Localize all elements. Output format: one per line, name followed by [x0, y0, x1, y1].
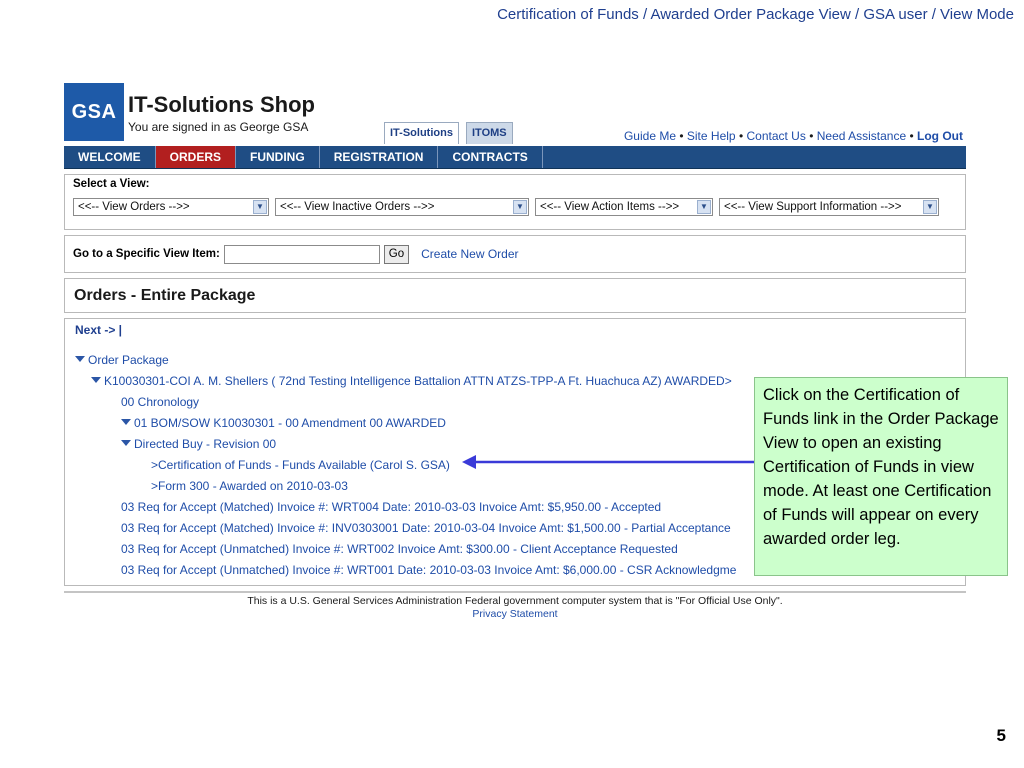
slide-number: 5 [996, 726, 1006, 745]
arrow-head [462, 455, 476, 469]
callout-arrow [462, 455, 754, 469]
